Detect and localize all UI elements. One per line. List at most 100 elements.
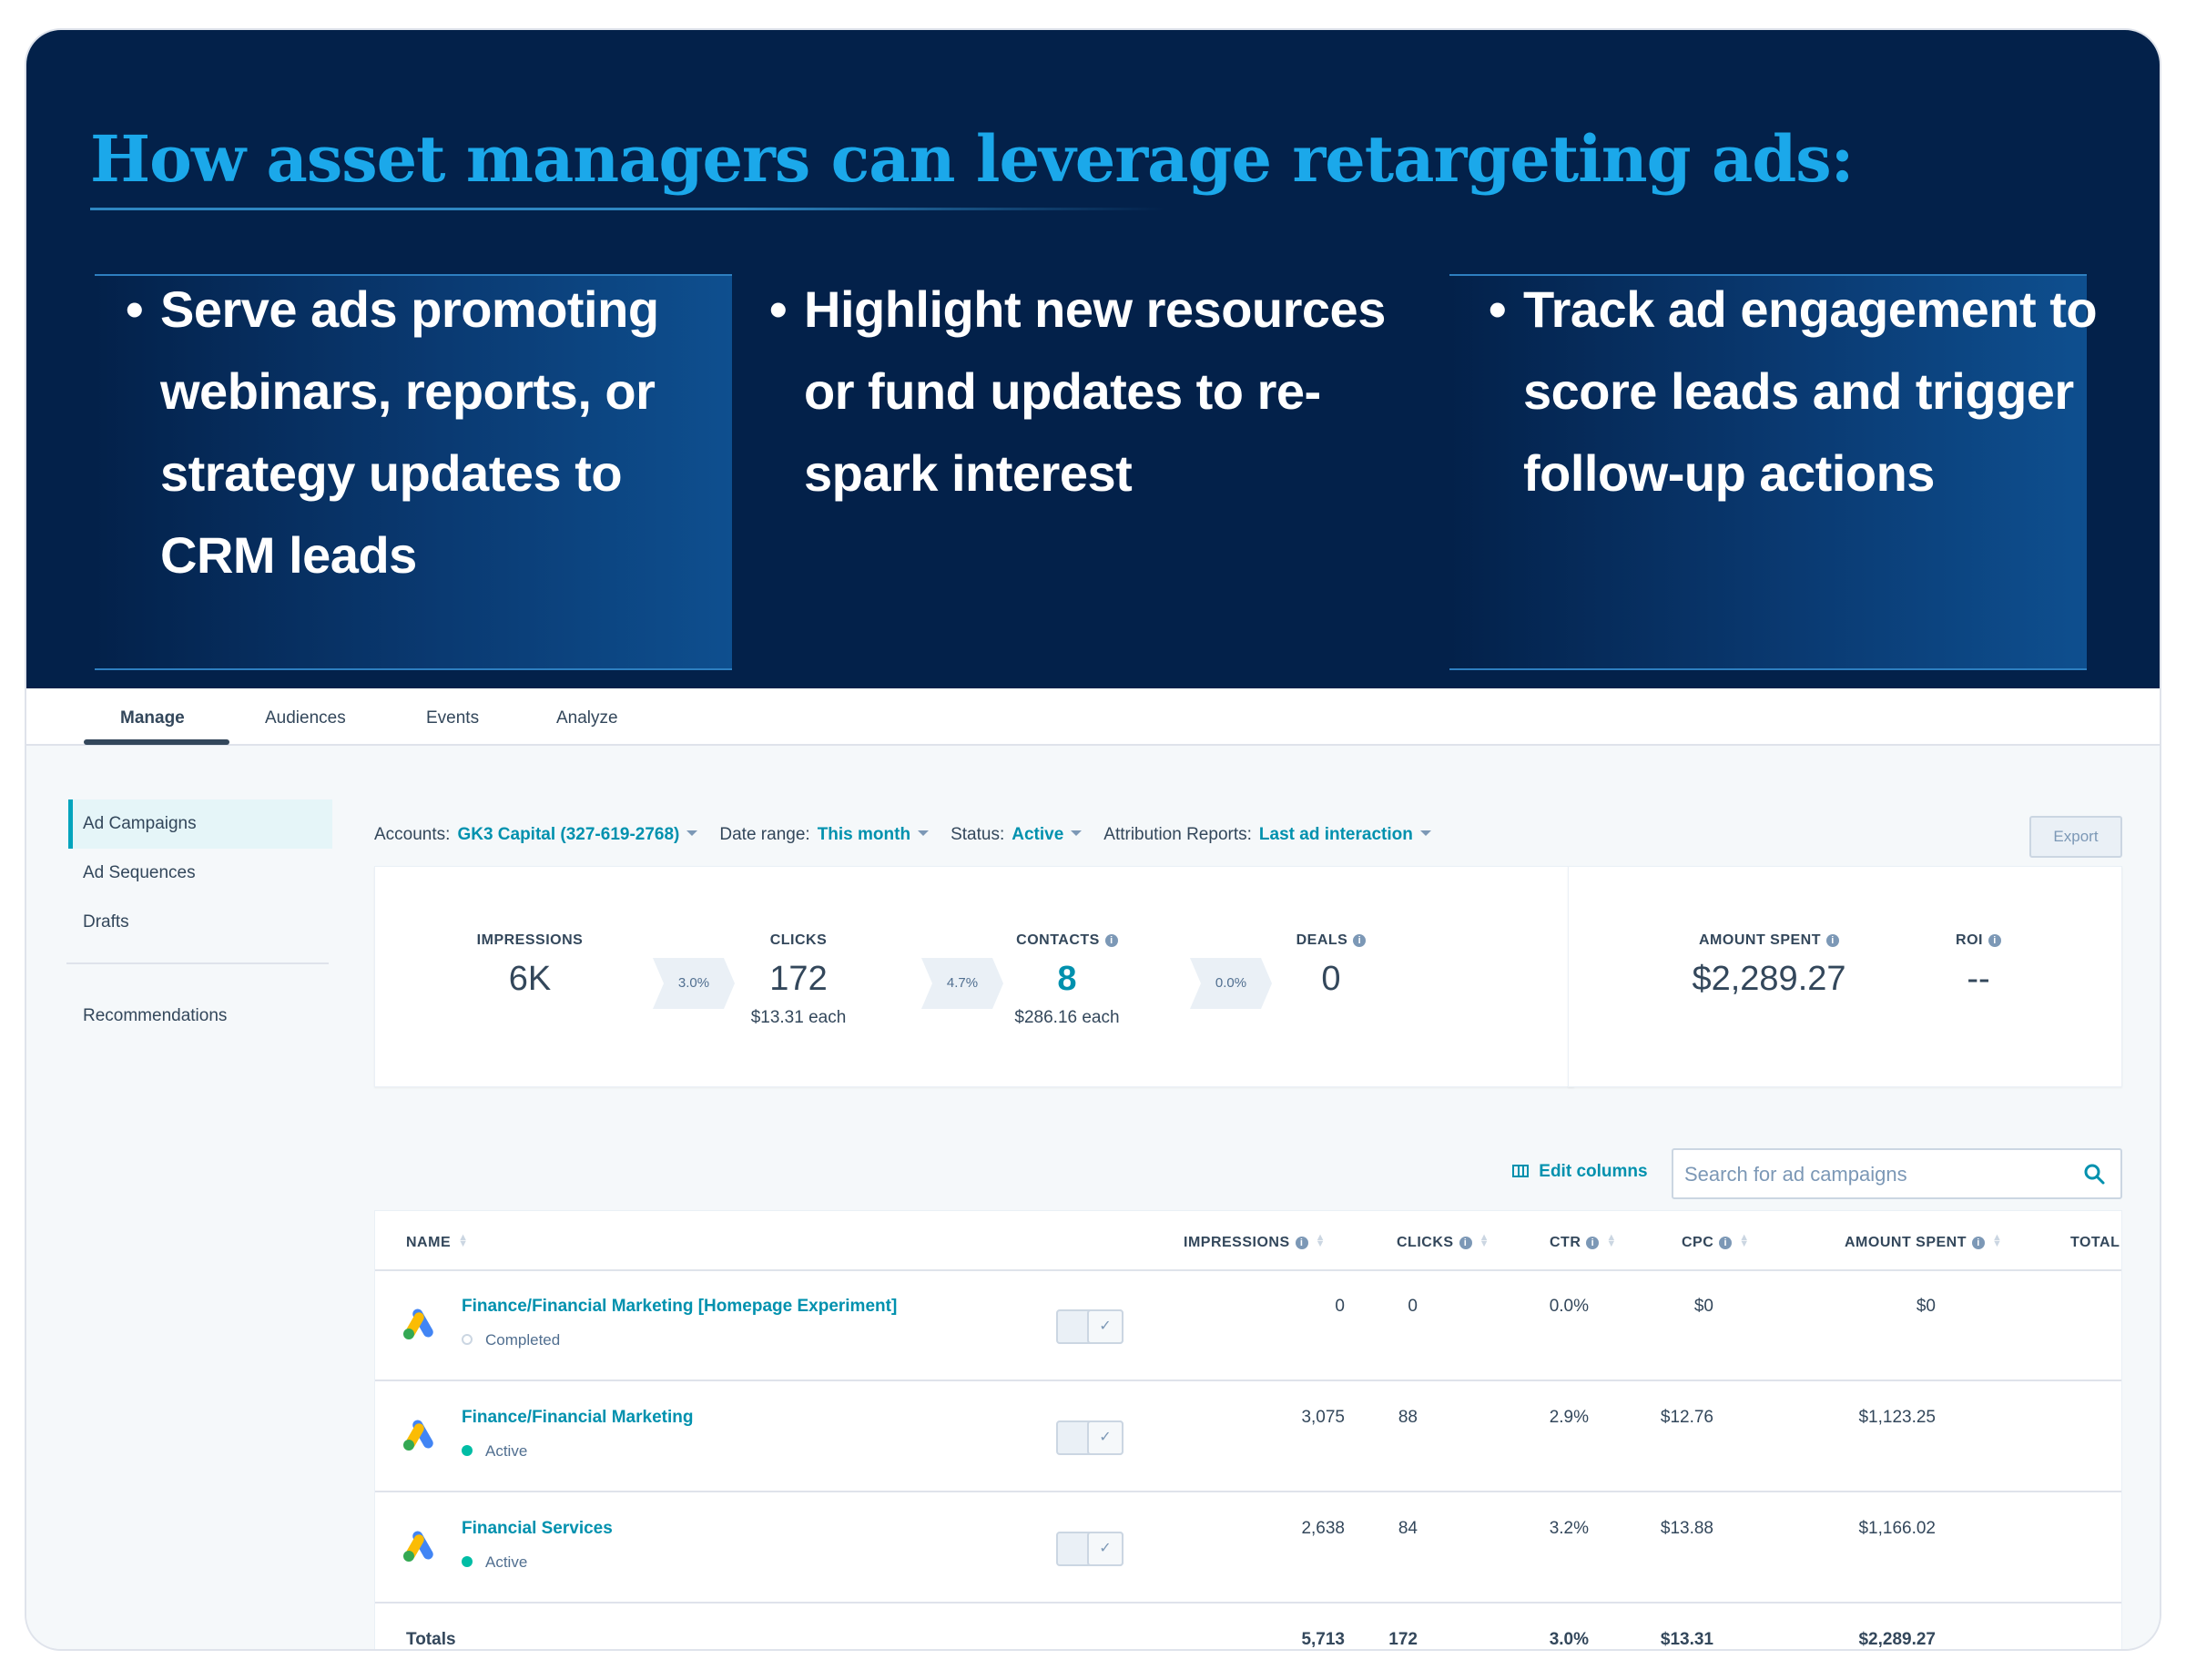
contacts-metric: CONTACTS i 8 $286.16 each (976, 932, 1158, 1028)
sort-icon[interactable]: ▲ ▼ (1479, 1233, 1490, 1249)
metric-value: 0 (1321, 960, 1341, 998)
column-header-amount-spent[interactable]: AMOUNT SPENT i ▲ ▼ (1845, 1233, 2002, 1251)
metric-subvalue: $13.31 each (750, 1008, 847, 1027)
info-icon[interactable]: i (1295, 1237, 1308, 1249)
search-input[interactable] (1684, 1161, 2067, 1188)
column-header-clicks[interactable]: CLICKS i ▲ ▼ (1397, 1233, 1490, 1251)
sidebar-item-ad-campaigns[interactable]: Ad Campaigns (68, 799, 332, 849)
hero-divider (90, 208, 1164, 210)
amount-spent-metric: AMOUNT SPENT i $2,289.27 (1669, 932, 1869, 999)
google-ads-icon (403, 1531, 433, 1562)
info-icon[interactable]: i (1459, 1237, 1472, 1249)
cell-ctr: 0.0% (1549, 1297, 1589, 1316)
total-amount-spent: $2,289.27 (1858, 1630, 1936, 1649)
table-header: NAME ▲ ▼ IMPRESSIONS i ▲ ▼ CLICKS i ▲ ▼ CTR i ▲ ▼ C… (375, 1211, 2121, 1271)
column-header-label: CPC (1682, 1235, 1714, 1250)
cell-cpc: $12.76 (1660, 1408, 1713, 1427)
info-icon[interactable]: i (1826, 934, 1839, 947)
tab-manage[interactable]: Manage (120, 708, 185, 728)
metric-label: CLICKS (769, 932, 828, 948)
export-button[interactable]: Export (2029, 816, 2122, 858)
campaign-name-link[interactable]: Finance/Financial Marketing (462, 1408, 693, 1428)
date-range-dropdown[interactable]: This month (818, 825, 910, 845)
bullet-dot-icon: • (769, 280, 788, 338)
cell-cpc: $13.88 (1660, 1519, 1713, 1538)
chevron-down-icon[interactable] (918, 830, 930, 837)
conversion-rate: 0.0% (1215, 975, 1247, 991)
metric-subvalue: $286.16 each (1014, 1008, 1120, 1027)
metric-value: -- (1967, 960, 1990, 998)
tab-analyze[interactable]: Analyze (556, 708, 618, 728)
info-icon[interactable]: i (1104, 934, 1118, 947)
columns-icon (1512, 1162, 1533, 1181)
cell-ctr: 3.2% (1549, 1519, 1589, 1538)
table-totals-row: Totals 5,713 172 3.0% $13.31 $2,289.27 (375, 1604, 2121, 1649)
tab-events[interactable]: Events (426, 708, 479, 728)
edit-columns-button[interactable]: Edit columns (1512, 1162, 1648, 1182)
sort-icon[interactable]: ▲ ▼ (1992, 1233, 2002, 1249)
accounts-dropdown[interactable]: GK3 Capital (327-619-2768) (457, 825, 679, 845)
info-icon[interactable]: i (1988, 934, 2001, 947)
info-icon[interactable]: i (1353, 934, 1367, 947)
tab-audiences[interactable]: Audiences (265, 708, 346, 728)
sidebar-item-ad-sequences[interactable]: Ad Sequences (68, 849, 332, 898)
column-header-label: NAME (406, 1235, 452, 1250)
column-header-impressions[interactable]: IMPRESSIONS i ▲ ▼ (1184, 1233, 1326, 1251)
sidebar-item-drafts[interactable]: Drafts (68, 898, 332, 947)
campaign-toggle[interactable]: ✓ (1056, 1309, 1124, 1344)
status-dropdown[interactable]: Active (1012, 825, 1063, 845)
status-label: Status: (951, 825, 1005, 844)
campaign-toggle[interactable]: ✓ (1056, 1532, 1124, 1566)
campaign-name-link[interactable]: Finance/Financial Marketing [Homepage Ex… (462, 1297, 897, 1317)
campaign-toggle[interactable]: ✓ (1056, 1420, 1124, 1455)
metric-label-text: DEALS (1296, 932, 1348, 948)
sort-icon[interactable]: ▲ ▼ (1316, 1233, 1326, 1249)
sort-icon[interactable]: ▲ ▼ (458, 1233, 468, 1249)
table-row: Financial Services Active ✓ 2,638 84 3.2… (375, 1493, 2121, 1604)
page-frame: How asset managers can leverage retarget… (25, 28, 2161, 1651)
campaign-status: Completed (462, 1331, 560, 1349)
cell-amount-spent: $1,166.02 (1858, 1519, 1936, 1538)
cell-clicks: 0 (1408, 1297, 1418, 1316)
spend-panel: AMOUNT SPENT i $2,289.27 ROI i -- (1568, 866, 2122, 1087)
sidebar-item-recommendations[interactable]: Recommendations (68, 992, 332, 1041)
tab-bar: Manage Audiences Events Analyze (26, 688, 2160, 746)
column-header-cpc[interactable]: CPC i ▲ ▼ (1682, 1233, 1750, 1251)
chevron-down-icon[interactable] (686, 830, 698, 837)
check-icon: ✓ (1087, 1532, 1124, 1566)
attribution-dropdown[interactable]: Last ad interaction (1259, 825, 1413, 845)
metric-value[interactable]: 8 (976, 960, 1158, 999)
chevron-down-icon[interactable] (1071, 830, 1083, 837)
impressions-metric: IMPRESSIONS 6K (452, 932, 607, 999)
search-icon[interactable] (2083, 1163, 2107, 1186)
hero-bullet-3: • Track ad engagement to score leads and… (1489, 269, 2160, 514)
column-header-name[interactable]: NAME ▲ ▼ (406, 1233, 469, 1251)
total-ctr: 3.0% (1549, 1630, 1589, 1649)
sort-icon[interactable]: ▲ ▼ (1606, 1233, 1616, 1249)
google-ads-icon (403, 1420, 433, 1451)
column-header-label: AMOUNT SPENT (1845, 1235, 1967, 1250)
google-ads-icon (403, 1308, 433, 1339)
status-active-icon (462, 1556, 473, 1567)
campaign-status-label: Active (485, 1442, 528, 1460)
info-icon[interactable]: i (1586, 1237, 1600, 1249)
campaign-status-label: Completed (485, 1331, 561, 1349)
funnel-panel: IMPRESSIONS 6K 3.0% CLICKS 172 $13.31 ea… (374, 866, 1574, 1087)
campaign-status: Active (462, 1442, 527, 1461)
search-box[interactable] (1672, 1148, 2122, 1199)
metric-value: $2,289.27 (1692, 960, 1846, 998)
metric-value: 6K (508, 960, 552, 998)
hero-banner: How asset managers can leverage retarget… (26, 30, 2160, 688)
cell-ctr: 2.9% (1549, 1408, 1589, 1427)
column-header-total-contacts[interactable]: TOTAL CO (2070, 1235, 2121, 1251)
info-icon[interactable]: i (1972, 1237, 1985, 1249)
chevron-down-icon[interactable] (1419, 830, 1431, 837)
cell-clicks: 84 (1398, 1519, 1418, 1538)
ads-app: Manage Audiences Events Analyze Ad Campa… (26, 688, 2160, 1649)
column-header-ctr[interactable]: CTR i ▲ ▼ (1550, 1233, 1617, 1251)
sort-icon[interactable]: ▲ ▼ (1739, 1233, 1749, 1249)
campaign-name-link[interactable]: Financial Services (462, 1519, 613, 1539)
metric-label: DEALS i (1263, 932, 1399, 949)
metric-label: AMOUNT SPENT i (1669, 932, 1869, 949)
info-icon[interactable]: i (1719, 1237, 1733, 1249)
